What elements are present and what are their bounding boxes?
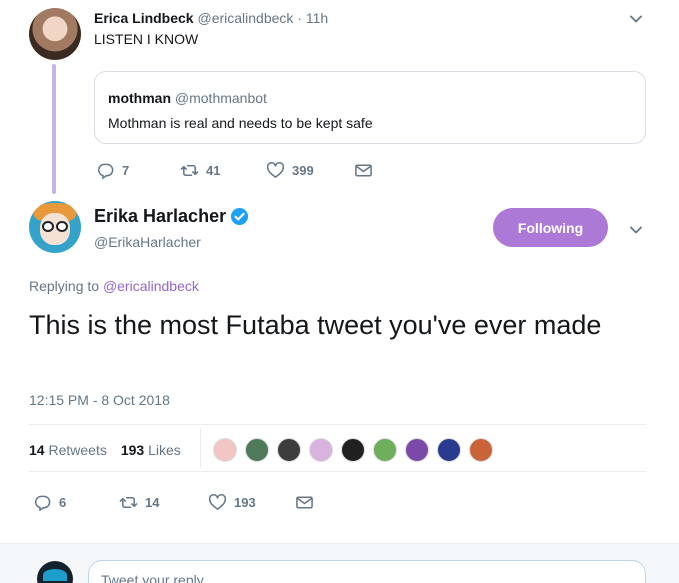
replying-to-prefix: Replying to — [29, 278, 100, 294]
heart-icon — [266, 161, 285, 180]
main-dm-button[interactable] — [295, 493, 314, 512]
parent-dm-button[interactable] — [354, 161, 373, 180]
parent-retweet-count: 41 — [206, 163, 221, 178]
parent-reply-count: 7 — [122, 163, 130, 178]
retweets-stat-label: Retweets — [48, 442, 107, 458]
quoted-author-handle: @mothmanbot — [174, 90, 267, 106]
parent-tweet-text: LISTEN I KNOW — [94, 31, 199, 47]
tweet-stats: 14 Retweets 193 Likes — [29, 442, 195, 458]
main-menu-chevron-down-icon[interactable] — [629, 223, 643, 237]
reply-icon — [33, 493, 52, 512]
liker-avatar[interactable] — [373, 438, 397, 462]
liker-avatar[interactable] — [277, 438, 301, 462]
quoted-tweet-text: Mothman is real and needs to be kept saf… — [108, 115, 373, 131]
retweet-icon — [119, 493, 138, 512]
main-reply-count: 6 — [59, 495, 67, 510]
parent-reply-button[interactable]: 7 — [96, 161, 180, 180]
parent-tweet-age[interactable]: 11h — [306, 10, 328, 26]
thread-line — [52, 64, 56, 194]
main-author-name[interactable]: Erika Harlacher — [94, 206, 226, 227]
replying-to-link[interactable]: @ericalindbeck — [103, 278, 199, 294]
quoted-tweet[interactable]: mothman @mothmanbot Mothman is real and … — [94, 71, 646, 144]
main-reply-button[interactable]: 6 — [33, 493, 119, 512]
main-retweet-count: 14 — [145, 495, 160, 510]
main-author-handle[interactable]: @ErikaHarlacher — [94, 234, 201, 250]
parent-separator: · — [297, 10, 302, 26]
main-like-count: 193 — [234, 495, 256, 510]
parent-menu-chevron-down-icon[interactable] — [629, 12, 643, 26]
stats-separator — [200, 428, 201, 468]
retweets-stat-count: 14 — [29, 442, 45, 458]
replying-to-line: Replying to @ericalindbeck — [29, 278, 199, 294]
envelope-icon — [295, 493, 314, 512]
main-tweet-text: This is the most Futaba tweet you've eve… — [29, 310, 602, 340]
main-author-avatar[interactable] — [29, 201, 81, 253]
liker-avatar[interactable] — [341, 438, 365, 462]
parent-author-name[interactable]: Erica Lindbeck — [94, 10, 194, 26]
reply-input[interactable] — [88, 560, 646, 583]
main-action-bar: 6 14 193 — [33, 493, 314, 512]
retweets-stat[interactable]: 14 Retweets — [29, 442, 107, 458]
reply-icon — [96, 161, 115, 180]
liker-avatar[interactable] — [213, 438, 237, 462]
liker-avatar[interactable] — [309, 438, 333, 462]
likes-stat[interactable]: 193 Likes — [121, 442, 181, 458]
liker-avatar[interactable] — [469, 438, 493, 462]
main-retweet-button[interactable]: 14 — [119, 493, 208, 512]
main-author-name-row[interactable]: Erika Harlacher — [94, 206, 249, 227]
following-button[interactable]: Following — [493, 208, 608, 247]
main-like-button[interactable]: 193 — [208, 493, 295, 512]
stats-divider-bottom — [29, 471, 646, 472]
quoted-author-name: mothman — [108, 90, 171, 106]
likes-stat-label: Likes — [148, 442, 181, 458]
parent-action-bar: 7 41 399 — [96, 161, 373, 180]
retweet-icon — [180, 161, 199, 180]
heart-icon — [208, 493, 227, 512]
parent-retweet-button[interactable]: 41 — [180, 161, 266, 180]
parent-like-count: 399 — [292, 163, 314, 178]
verified-badge-icon — [230, 207, 249, 226]
parent-tweet-header: Erica Lindbeck @ericalindbeck · 11h — [94, 10, 328, 26]
liker-avatar[interactable] — [437, 438, 461, 462]
envelope-icon — [354, 161, 373, 180]
parent-author-avatar[interactable] — [29, 8, 81, 60]
liker-avatar[interactable] — [245, 438, 269, 462]
parent-author-handle[interactable]: @ericalindbeck — [197, 10, 293, 26]
stats-divider-top — [29, 424, 646, 425]
liker-avatar[interactable] — [405, 438, 429, 462]
quoted-tweet-header: mothman @mothmanbot — [108, 90, 632, 106]
parent-like-button[interactable]: 399 — [266, 161, 354, 180]
liker-avatars — [213, 438, 501, 462]
likes-stat-count: 193 — [120, 442, 145, 458]
main-tweet-timestamp[interactable]: 12:15 PM - 8 Oct 2018 — [29, 392, 170, 408]
